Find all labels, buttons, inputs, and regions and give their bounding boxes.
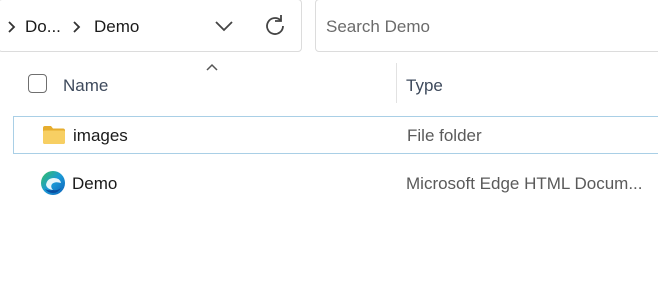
breadcrumb-item-documents[interactable]: Do... (25, 17, 61, 37)
column-divider[interactable] (396, 63, 397, 103)
file-name: images (73, 126, 128, 145)
search-box[interactable]: Search Demo (315, 0, 658, 52)
file-type: Microsoft Edge HTML Docum... (406, 174, 643, 193)
toolbar: Do... Demo Search Demo (0, 0, 658, 58)
column-header-name[interactable]: Name (63, 76, 108, 96)
edge-icon (41, 171, 65, 195)
file-row-images[interactable]: images File folder (13, 116, 658, 154)
breadcrumb-item-demo[interactable]: Demo (94, 17, 139, 37)
file-row-demo[interactable]: Demo Microsoft Edge HTML Docum... (13, 165, 658, 203)
folder-icon (43, 126, 65, 144)
select-all-checkbox[interactable] (28, 74, 47, 93)
search-input[interactable]: Search Demo (326, 17, 430, 37)
chevron-down-icon[interactable] (209, 12, 239, 40)
sort-ascending-icon (206, 63, 218, 71)
chevron-right-icon[interactable] (69, 19, 85, 35)
address-bar[interactable]: Do... Demo (0, 0, 302, 52)
file-name: Demo (72, 174, 118, 193)
refresh-icon[interactable] (259, 10, 291, 42)
column-header-type[interactable]: Type (406, 76, 443, 96)
chevron-right-icon (8, 21, 16, 33)
file-type: File folder (407, 126, 482, 145)
